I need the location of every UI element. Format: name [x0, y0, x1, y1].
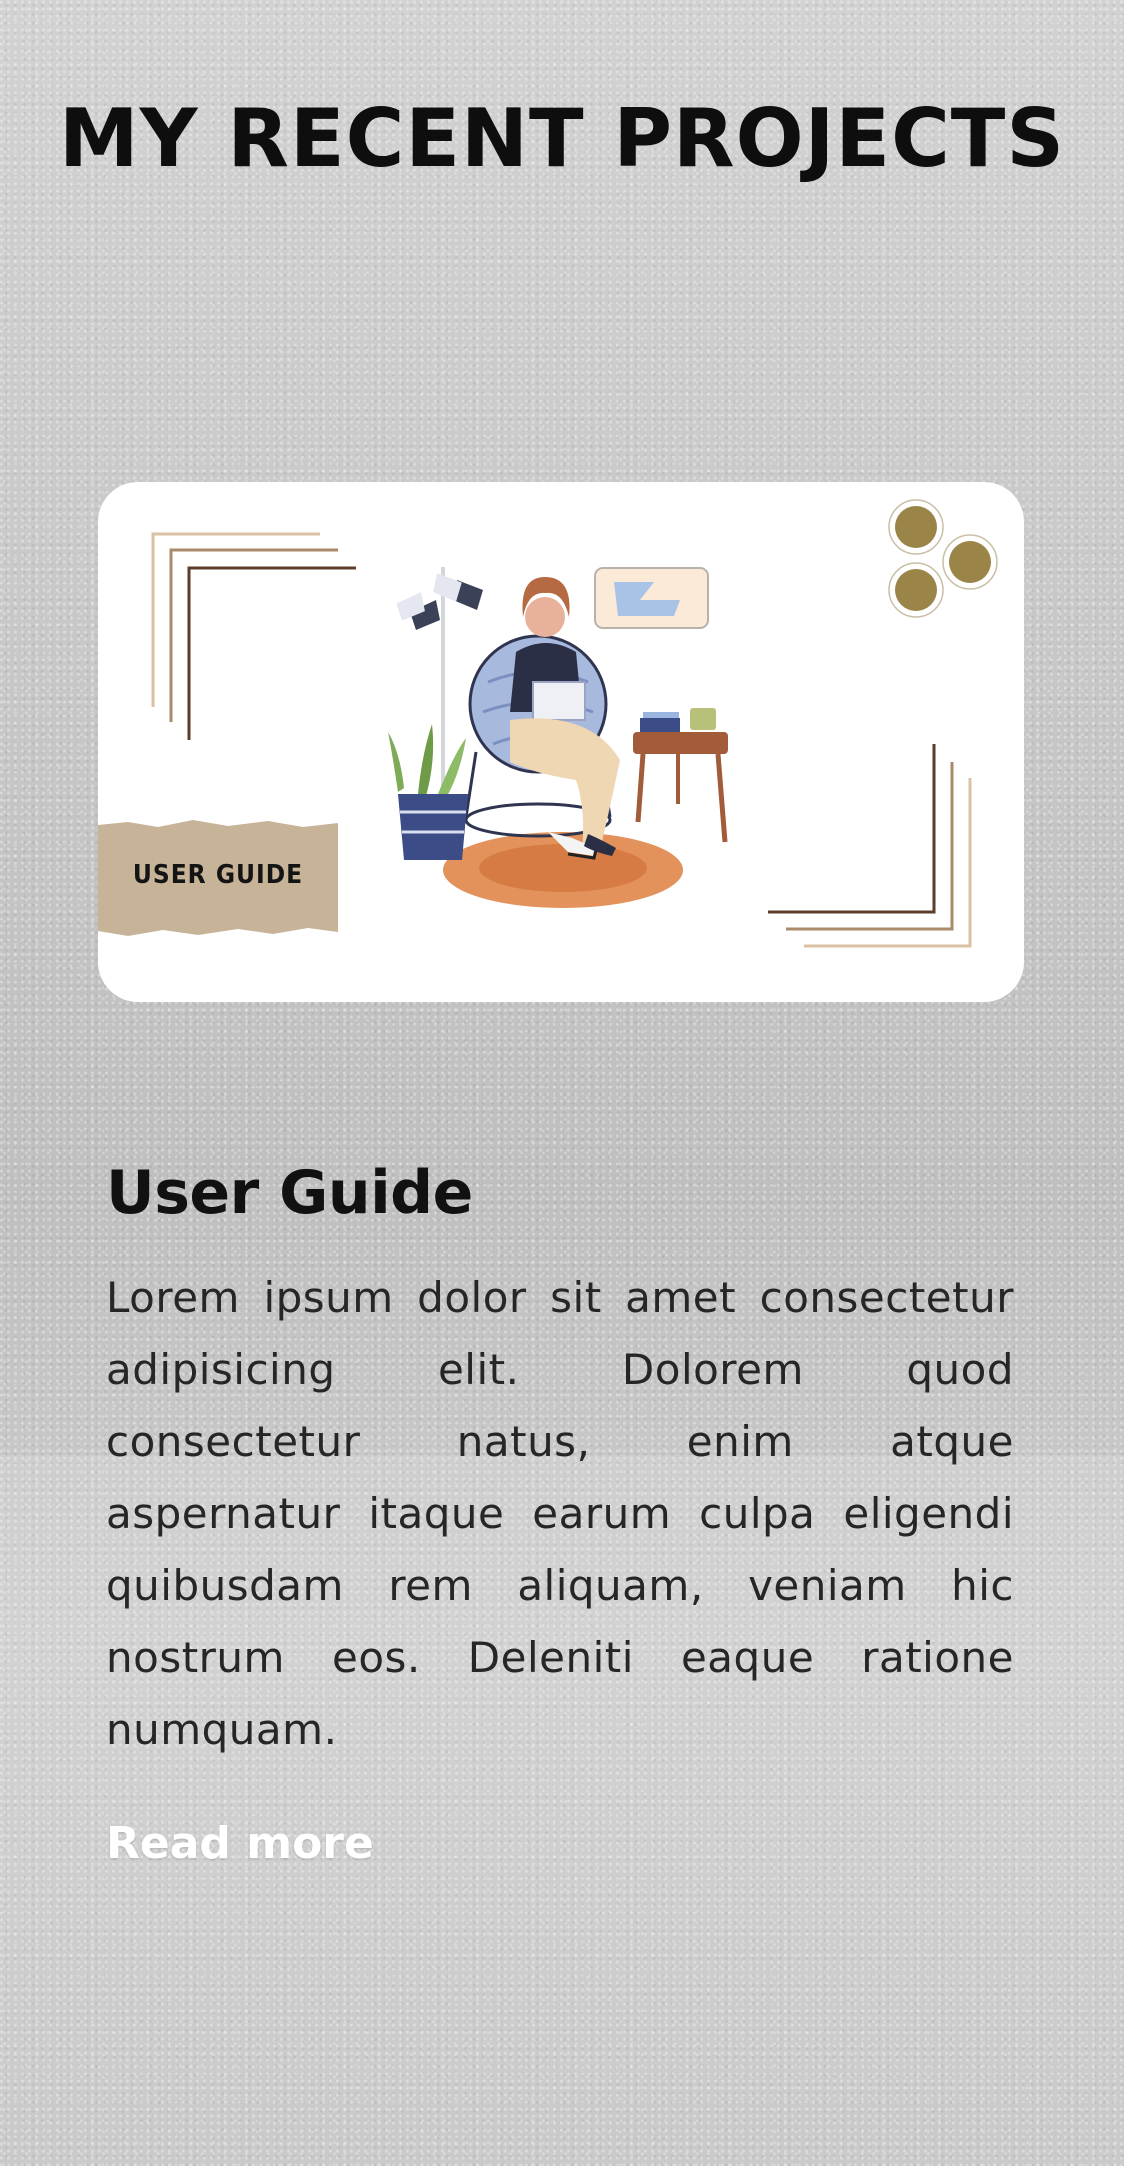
gold-dots-icon [888, 499, 998, 618]
thumbnail-tag-label: USER GUIDE [132, 859, 304, 890]
potted-plant-icon [388, 724, 468, 860]
floor-lamp-icon [396, 567, 483, 812]
read-more-link[interactable]: Read more [106, 1818, 374, 1869]
project-title: User Guide [106, 1158, 473, 1228]
project-card[interactable]: USER GUIDE [98, 482, 1024, 1002]
project-description: Lorem ipsum dolor sit amet consectetur a… [106, 1273, 1014, 1754]
section-title: MY RECENT PROJECTS [59, 92, 1065, 185]
corner-bracket-top-left [151, 532, 356, 740]
corner-bracket-bottom-right [768, 744, 972, 948]
side-table-icon [633, 708, 728, 843]
picture-frame-icon [594, 567, 709, 629]
